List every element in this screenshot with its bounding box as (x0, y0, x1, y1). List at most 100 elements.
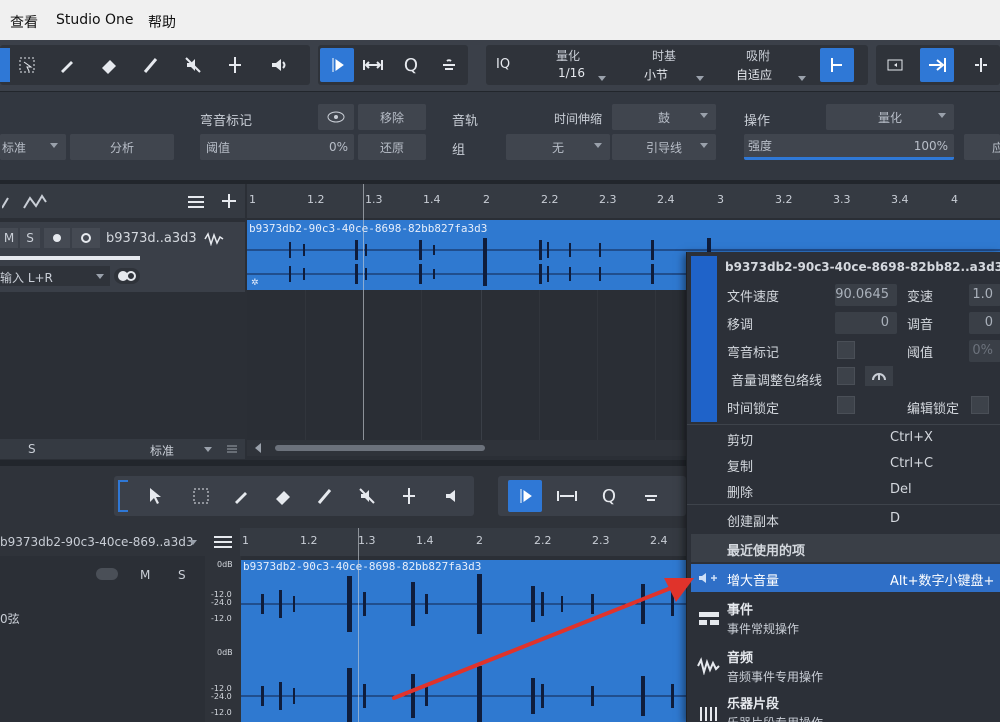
threshold-field[interactable]: 阈值 0% (200, 134, 354, 160)
strength-slider[interactable]: 强度 100% (744, 134, 954, 160)
operation-label: 操作 (744, 114, 771, 129)
editor-mute-button[interactable] (350, 480, 384, 512)
editor-mute-button[interactable]: M (140, 568, 150, 582)
quantize-action-select[interactable]: 量化 (826, 104, 954, 130)
iq-label[interactable]: IQ (496, 57, 510, 72)
editor-follow-button[interactable] (508, 480, 542, 512)
analyze-button[interactable]: 分析 (70, 134, 174, 160)
group-select[interactable]: 无 (506, 134, 610, 160)
scroll-thumb[interactable] (275, 445, 485, 451)
track-list-header (0, 184, 245, 218)
standard-select[interactable]: 标准 (0, 134, 66, 160)
remove-button[interactable]: 移除 (358, 104, 426, 130)
arrow-tool-button[interactable] (118, 480, 128, 512)
split-view-button[interactable] (964, 48, 998, 82)
tune-field[interactable]: 0 (969, 312, 1000, 334)
volume-fader[interactable] (0, 256, 140, 260)
inspector-toggle-button[interactable] (920, 48, 954, 82)
gear-icon[interactable]: ✲ (251, 278, 260, 288)
track-name[interactable]: b9373d..a3d3 (106, 231, 197, 246)
editor-split-button[interactable] (392, 480, 426, 512)
threshold-field[interactable]: 0% (969, 340, 1000, 362)
solo-button[interactable]: S (20, 228, 40, 248)
listen-tool-button[interactable] (262, 48, 296, 82)
drum-select[interactable]: 鼓 (612, 104, 716, 130)
arrow-tool-button[interactable] (0, 48, 10, 82)
eraser-tool-button[interactable] (92, 48, 126, 82)
editor-ruler[interactable]: 1 1.2 1.3 1.4 2 2.2 2.3 2.4 (240, 528, 686, 556)
editor-solo-button[interactable]: S (178, 568, 186, 582)
editor-playhead[interactable] (358, 528, 359, 722)
timebase-value[interactable]: 小节 (644, 66, 668, 83)
chevron-down-icon[interactable] (204, 447, 212, 452)
autoscroll-button[interactable] (320, 48, 354, 82)
record-button[interactable] (44, 228, 70, 248)
menu-studio-one[interactable]: Studio One (56, 12, 134, 28)
split-tool-button[interactable] (218, 48, 252, 82)
snap-toggle-button[interactable] (820, 48, 854, 82)
ruler-tick: 1 (249, 193, 256, 206)
editor-listen-button[interactable] (436, 480, 470, 512)
menu-help[interactable]: 帮助 (148, 12, 176, 32)
editor-paint-button[interactable] (308, 480, 342, 512)
restore-button[interactable]: 还原 (358, 134, 426, 160)
bend-markers-checkbox[interactable] (837, 341, 855, 359)
editor-eraser-button[interactable] (266, 480, 300, 512)
menu-view[interactable]: 查看 (10, 12, 38, 32)
metronome-button[interactable] (432, 48, 466, 82)
duplicate-menu-item[interactable]: 创建副本 D (687, 511, 1000, 535)
chevron-down-icon[interactable] (798, 70, 806, 84)
apply-button[interactable]: 应 (964, 134, 1000, 160)
editor-range-button[interactable] (184, 480, 218, 512)
browser-toggle-button[interactable] (878, 48, 912, 82)
audio-submenu[interactable]: 音频 音频事件专用操作 (687, 643, 1000, 689)
link-toggle[interactable] (114, 268, 140, 284)
editor-stretch-button[interactable] (550, 480, 584, 512)
range-select-icon (193, 488, 209, 504)
transpose-field[interactable]: 0 (835, 312, 897, 334)
cut-menu-item[interactable]: 剪切 Ctrl+X (687, 430, 1000, 454)
loop-follow-button[interactable] (356, 48, 390, 82)
editor-snap-button[interactable] (634, 480, 668, 512)
scroll-left-icon[interactable] (255, 443, 261, 453)
guide-select[interactable]: 引导线 (612, 134, 716, 160)
link-toggle[interactable] (96, 568, 118, 580)
editor-pencil-button[interactable] (224, 480, 258, 512)
pencil-tool-button[interactable] (50, 48, 84, 82)
event-selector[interactable]: b9373db2-90c3-40ce-869..a3d3 (0, 528, 240, 556)
speed-field[interactable]: 1.0 (969, 284, 1000, 306)
volume-envelope-checkbox[interactable] (837, 367, 855, 385)
input-select[interactable]: 输入 L+R (0, 266, 110, 286)
instrument-submenu[interactable]: 乐器片段 乐器片段专用操作 (687, 691, 1000, 722)
time-lock-label: 时间锁定 (727, 402, 780, 417)
mute-button[interactable]: M (0, 228, 18, 248)
chevron-down-icon[interactable] (189, 540, 197, 545)
event-submenu[interactable]: 事件 事件常规操作 (687, 595, 1000, 641)
monitor-button[interactable] (72, 228, 100, 248)
time-lock-checkbox[interactable] (837, 396, 855, 414)
delete-menu-item[interactable]: 删除 Del (687, 482, 1000, 506)
eye-toggle[interactable] (318, 104, 354, 130)
paint-tool-button[interactable] (134, 48, 168, 82)
footer-solo[interactable]: S (28, 442, 36, 456)
event-color-swatch[interactable] (691, 256, 717, 422)
editor-quantize-button[interactable]: Q (592, 480, 626, 512)
chevron-down-icon[interactable] (696, 70, 704, 84)
increase-volume-menu-item[interactable]: 增大音量 Alt+数字小键盘+ (691, 564, 1000, 592)
envelope-reset-button[interactable] (865, 366, 893, 386)
file-tempo-field[interactable]: 90.0645 (835, 284, 897, 306)
footer-standard[interactable]: 标准 (150, 442, 174, 459)
snap-value[interactable]: 自适应 (736, 66, 772, 83)
edit-lock-checkbox[interactable] (971, 396, 989, 414)
playhead[interactable] (363, 184, 364, 440)
ruler-tick: 1.4 (416, 534, 434, 547)
copy-menu-item[interactable]: 复制 Ctrl+C (687, 456, 1000, 480)
arrange-ruler[interactable]: 1 1.2 1.3 1.4 2 2.2 2.3 2.4 3 3.2 3.3 3.… (247, 184, 1000, 218)
range-tool-button[interactable] (10, 48, 44, 82)
quantize-value[interactable]: 1/16 (558, 66, 585, 80)
ruler-tick: 3 (717, 193, 724, 206)
mute-tool-button[interactable] (176, 48, 210, 82)
chevron-down-icon[interactable] (598, 70, 606, 84)
editor-arrow-button[interactable] (138, 480, 172, 512)
quantize-button[interactable]: Q (394, 48, 428, 82)
